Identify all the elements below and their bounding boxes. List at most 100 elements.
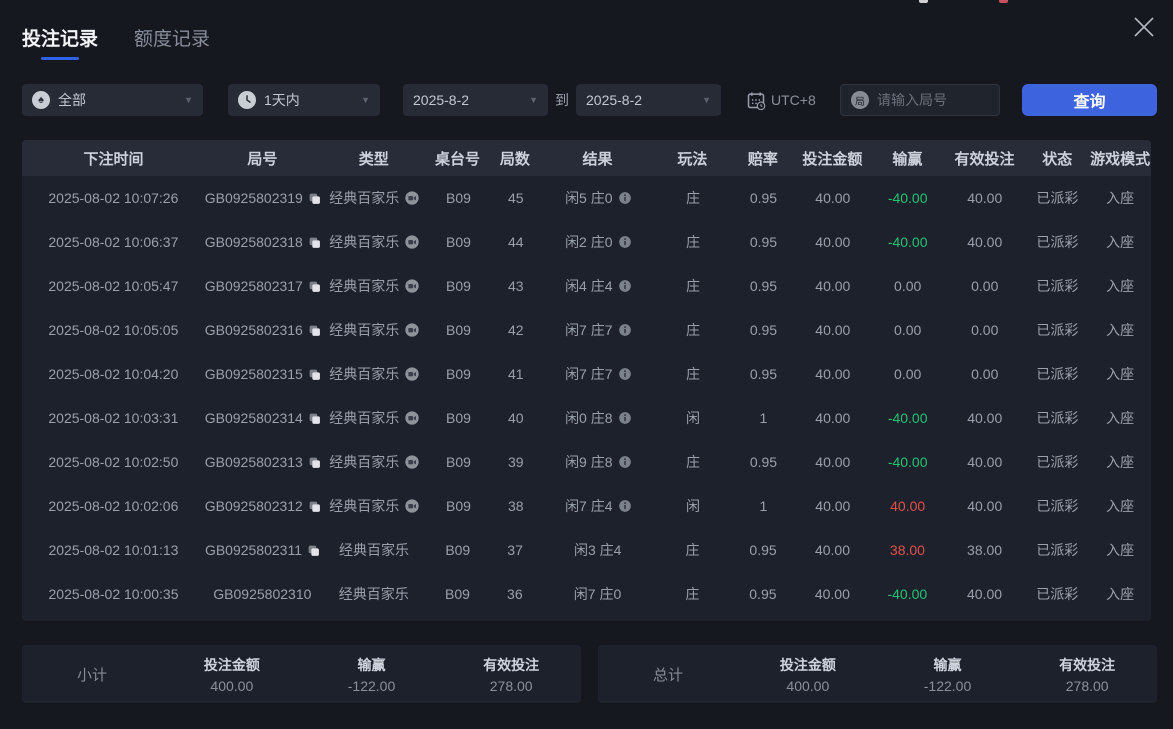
play-type: 闲 [685,410,700,426]
summary-bar: 小计 投注金额 400.00 输赢 -122.00 有效投注 278.00 总计 投注金额 400… [22,645,1157,703]
copy-icon[interactable] [308,368,321,381]
table-no: B09 [446,322,471,338]
copy-icon[interactable] [308,412,321,425]
round-count: 39 [507,454,524,470]
round-id: GB0925802319 [204,190,303,206]
bet-time-cell: 2025-08-02 10:05:47 [22,278,205,294]
top-edge-fragment [999,0,1008,3]
status-badge: 已派彩 [1036,410,1079,426]
copy-icon[interactable] [308,500,321,513]
bet-amount: 40.00 [815,410,851,426]
info-icon[interactable] [618,367,632,381]
round-count-cell: 36 [487,586,542,602]
round-count: 44 [507,234,524,250]
odds: 0.95 [749,542,777,558]
bet-amount: 40.00 [815,190,851,206]
copy-icon[interactable] [308,456,321,469]
round-id: GB0925802311 [204,542,302,558]
column-header: 类型 [358,150,389,168]
close-icon[interactable] [1131,14,1157,40]
table-no: B09 [446,498,471,514]
game-mode-cell: 入座 [1089,540,1151,560]
tab-quota-records[interactable]: 额度记录 [134,24,210,60]
table-no: B09 [446,234,471,250]
video-icon[interactable] [404,278,420,294]
winloss-value: 0.00 [894,322,922,338]
round-count: 41 [507,366,524,382]
table-row: 2025-08-02 10:07:26 GB0925802319 经典百家乐 B09 4… [22,176,1151,220]
bet-time: 2025-08-02 10:03:31 [48,410,179,426]
chevron-down-icon: ▼ [702,95,711,105]
timezone-label: UTC+8 [771,92,816,108]
round-search-field[interactable]: 局 [840,84,1000,116]
game-type-cell: 经典百家乐 [321,276,429,296]
calendar-clock-icon [746,90,766,110]
time-range-dropdown[interactable]: 1天内 ▼ [228,84,380,116]
game-type-cell: 经典百家乐 [321,188,429,208]
table-row: 2025-08-02 10:01:13 GB0925802311 经典百家乐 B09 3… [22,528,1151,572]
info-icon[interactable] [618,499,632,513]
game-type-cell: 经典百家乐 [321,320,429,340]
table-no-cell: B09 [429,234,488,250]
info-icon[interactable] [618,323,632,337]
video-icon[interactable] [404,498,420,514]
result-text: 闲5 庄0 [565,190,613,206]
column-header: 投注金额 [802,150,863,168]
bet-time: 2025-08-02 10:02:06 [48,498,179,514]
copy-icon[interactable] [307,544,320,557]
table-no-cell: B09 [429,454,488,470]
valid-bet-cell: 0.00 [944,278,1025,294]
chevron-down-icon: ▼ [361,95,370,105]
table-row: 2025-08-02 10:02:50 GB0925802313 经典百家乐 B09 3… [22,440,1151,484]
round-count-cell: 44 [488,234,543,250]
odds: 1 [759,498,768,514]
info-icon[interactable] [618,235,632,249]
info-icon[interactable] [618,455,632,469]
video-icon[interactable] [404,410,420,426]
round-count-cell: 37 [488,542,543,558]
bet-amount: 40.00 [815,366,851,382]
video-icon[interactable] [404,366,420,382]
game-type-dropdown[interactable]: ♠ 全部 ▼ [22,84,203,116]
video-icon[interactable] [404,190,420,206]
tab-bet-records[interactable]: 投注记录 [22,24,98,60]
valid-bet: 0.00 [971,366,999,382]
summary-column-label: 有效投注 [1059,656,1116,673]
copy-icon[interactable] [308,280,321,293]
winloss-cell: 38.00 [871,542,944,558]
play-type: 庄 [685,234,700,250]
odds-cell: 1 [733,498,795,514]
info-icon[interactable] [618,191,632,205]
video-icon[interactable] [404,234,420,250]
copy-icon[interactable] [308,236,321,249]
query-button[interactable]: 查询 [1022,84,1157,116]
bet-amount: 40.00 [815,322,851,338]
round-id: GB0925802315 [204,366,303,382]
round-search-input[interactable] [877,92,987,108]
winloss-cell: -40.00 [871,410,944,426]
date-to-picker[interactable]: 2025-8-2 ▼ [576,84,721,116]
bet-amount-cell: 40.00 [794,278,871,294]
bet-time-cell: 2025-08-02 10:06:37 [22,234,205,250]
bet-amount: 40.00 [815,454,851,470]
date-from-picker[interactable]: 2025-8-2 ▼ [403,84,548,116]
game-type: 经典百家乐 [329,190,400,206]
winloss-value: 38.00 [889,542,925,558]
copy-icon[interactable] [308,324,321,337]
info-icon[interactable] [618,279,632,293]
result-text: 闲3 庄4 [574,542,622,558]
valid-bet: 0.00 [971,278,999,294]
bet-time-cell: 2025-08-02 10:02:50 [22,454,205,470]
result-text: 闲4 庄4 [565,278,613,294]
info-icon[interactable] [618,411,632,425]
round-id-cell: GB0925802313 [205,454,321,470]
table-row: 2025-08-02 10:00:35 GB0925802310 经典百家乐 B09 3… [22,572,1151,616]
bet-time-cell: 2025-08-02 10:01:13 [22,542,205,558]
video-icon[interactable] [404,454,420,470]
valid-bet-cell: 40.00 [944,190,1025,206]
video-icon[interactable] [404,322,420,338]
play-type-cell: 庄 [653,584,732,604]
copy-icon[interactable] [308,192,321,205]
bet-amount-cell: 40.00 [794,234,871,250]
status-cell: 已派彩 [1025,188,1089,208]
